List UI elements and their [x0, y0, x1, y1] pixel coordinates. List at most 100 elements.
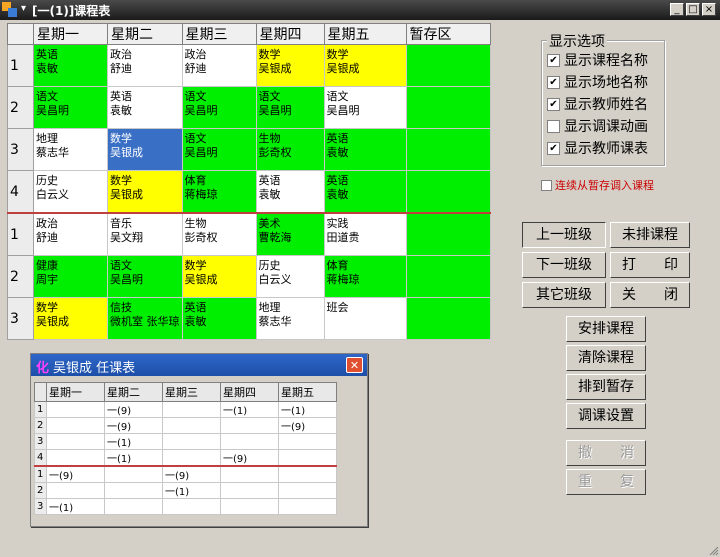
teacher-timetable-cell[interactable] [162, 417, 221, 434]
timetable-cell[interactable]: 体育 蒋梅琼 [323, 255, 407, 298]
teacher-timetable-cell[interactable] [46, 401, 105, 418]
teacher-timetable-cell[interactable] [104, 498, 163, 515]
timetable-cell[interactable]: 数学 吴银成 [181, 255, 257, 298]
teacher-timetable-cell[interactable] [162, 401, 221, 418]
teacher-timetable-cell[interactable]: 一(9) [104, 401, 163, 418]
teacher-timetable-cell[interactable]: 一(9) [220, 449, 279, 467]
timetable-cell[interactable]: 政治 舒迪 [107, 44, 183, 87]
teacher-timetable-cell[interactable] [104, 482, 163, 499]
timetable-cell[interactable]: 语文 吴昌明 [181, 128, 257, 171]
timetable-cell[interactable]: 语文 吴昌明 [255, 86, 325, 129]
temp-area-cell[interactable] [405, 44, 491, 87]
timetable-cell[interactable]: 数学 吴银成 [107, 170, 183, 214]
timetable-cell[interactable]: 地理 蔡志华 [33, 128, 108, 171]
timetable-cell[interactable]: 数学 吴银成 [323, 44, 407, 87]
timetable-cell[interactable]: 英语 袁敏 [323, 170, 407, 214]
maximize-button[interactable]: □ [686, 3, 700, 16]
teacher-timetable-cell[interactable]: 一(1) [104, 449, 163, 467]
teacher-timetable-cell[interactable] [278, 498, 337, 515]
display-option-checkbox[interactable]: ✔ 显示课程名称 [547, 50, 648, 70]
teacher-timetable-cell[interactable] [220, 417, 279, 434]
teacher-timetable-cell[interactable] [46, 417, 105, 434]
checkbox-box[interactable] [547, 119, 560, 133]
temp-area-cell[interactable] [405, 255, 491, 298]
teacher-timetable-cell[interactable] [46, 433, 105, 450]
timetable-cell[interactable]: 音乐 吴文翔 [107, 212, 183, 256]
timetable-cell[interactable]: 政治 舒迪 [33, 212, 108, 256]
temp-area-cell[interactable] [405, 170, 491, 214]
teacher-timetable-cell[interactable] [220, 498, 279, 515]
teacher-timetable-cell[interactable] [162, 433, 221, 450]
timetable-cell[interactable]: 语文 吴昌明 [181, 86, 257, 129]
teacher-timetable-cell[interactable]: 一(1) [46, 498, 105, 515]
teacher-timetable-cell[interactable] [278, 465, 337, 483]
minimize-button[interactable]: _ [670, 3, 684, 16]
timetable-cell[interactable]: 数学 吴银成 [33, 297, 108, 340]
print-button[interactable]: 打 印 [610, 252, 690, 278]
timetable-cell[interactable]: 英语 袁敏 [107, 86, 183, 129]
timetable-cell[interactable]: 数学 吴银成 [107, 128, 183, 171]
temp-area-cell[interactable] [405, 212, 491, 256]
checkbox-box[interactable]: ✔ [547, 53, 560, 67]
teacher-timetable-cell[interactable] [46, 482, 105, 499]
teacher-timetable-cell[interactable]: 一(1) [278, 401, 337, 418]
timetable-cell[interactable]: 健康 周宇 [33, 255, 108, 298]
timetable-cell[interactable]: 生物 彭奇权 [181, 212, 257, 256]
size-grip-icon[interactable] [709, 546, 719, 556]
teacher-timetable-cell[interactable] [278, 449, 337, 467]
teacher-timetable-cell[interactable] [220, 482, 279, 499]
teacher-timetable-cell[interactable] [104, 465, 163, 483]
teacher-timetable-cell[interactable] [162, 449, 221, 467]
teacher-window-titlebar[interactable]: 化 吴银成 任课表 ✕ [31, 354, 367, 376]
temp-area-cell[interactable] [405, 86, 491, 129]
teacher-timetable-cell[interactable]: 一(9) [278, 417, 337, 434]
timetable-cell[interactable]: 语文 吴昌明 [107, 255, 183, 298]
redo-button[interactable]: 重 复 [566, 469, 646, 495]
checkbox-box[interactable]: ✔ [547, 75, 560, 89]
teacher-timetable-cell[interactable] [278, 482, 337, 499]
display-option-checkbox[interactable]: 显示调课动画 [547, 116, 648, 136]
teacher-timetable-cell[interactable] [46, 449, 105, 467]
temp-area-cell[interactable] [405, 297, 491, 340]
app-icon[interactable] [2, 2, 18, 18]
timetable-cell[interactable]: 班会 [323, 297, 407, 340]
other-class-button[interactable]: 其它班级 [522, 282, 606, 308]
timetable-cell[interactable]: 英语 袁敏 [33, 44, 108, 87]
teacher-timetable-cell[interactable]: 一(9) [162, 465, 221, 483]
timetable-cell[interactable]: 美术 曹乾海 [255, 212, 325, 256]
teacher-timetable-cell[interactable] [278, 433, 337, 450]
teacher-timetable-cell[interactable] [220, 433, 279, 450]
teacher-timetable-cell[interactable] [162, 498, 221, 515]
checkbox-box[interactable]: ✔ [547, 141, 560, 155]
close-dialog-button[interactable]: 关 闭 [610, 282, 690, 308]
arrange-course-button[interactable]: 安排课程 [566, 316, 646, 342]
unscheduled-courses-button[interactable]: 未排课程 [610, 222, 690, 248]
prev-class-button[interactable]: 上一班级 [522, 222, 606, 248]
timetable-cell[interactable]: 生物 彭奇权 [255, 128, 325, 171]
move-to-temp-button[interactable]: 排到暂存 [566, 374, 646, 400]
timetable-cell[interactable]: 数学 吴银成 [255, 44, 325, 87]
system-menu-icon[interactable]: ▾ [21, 3, 26, 14]
teacher-timetable-cell[interactable]: 一(9) [46, 465, 105, 483]
adjust-settings-button[interactable]: 调课设置 [566, 403, 646, 429]
teacher-timetable-cell[interactable]: 一(1) [162, 482, 221, 499]
timetable-cell[interactable]: 历史 白云义 [255, 255, 325, 298]
undo-button[interactable]: 撤 消 [566, 440, 646, 466]
timetable-cell[interactable]: 实践 田道贵 [323, 212, 407, 256]
timetable-cell[interactable]: 信技 微机室 张华琼 [107, 297, 183, 340]
timetable-cell[interactable]: 英语 袁敏 [255, 170, 325, 214]
timetable-cell[interactable]: 语文 吴昌明 [323, 86, 407, 129]
clear-course-button[interactable]: 清除课程 [566, 345, 646, 371]
continuous-transfer-checkbox-box[interactable] [541, 179, 552, 191]
timetable-cell[interactable]: 地理 蔡志华 [255, 297, 325, 340]
display-option-checkbox[interactable]: ✔ 显示教师课表 [547, 138, 648, 158]
continuous-transfer-checkbox[interactable]: 连续从暂存调入课程 [541, 177, 654, 193]
teacher-timetable-cell[interactable]: 一(1) [104, 433, 163, 450]
close-button[interactable]: × [702, 3, 716, 16]
timetable-cell[interactable]: 历史 白云义 [33, 170, 108, 214]
timetable-cell[interactable]: 政治 舒迪 [181, 44, 257, 87]
timetable-cell[interactable]: 英语 袁敏 [181, 297, 257, 340]
next-class-button[interactable]: 下一班级 [522, 252, 606, 278]
checkbox-box[interactable]: ✔ [547, 97, 560, 111]
display-option-checkbox[interactable]: ✔ 显示教师姓名 [547, 94, 648, 114]
